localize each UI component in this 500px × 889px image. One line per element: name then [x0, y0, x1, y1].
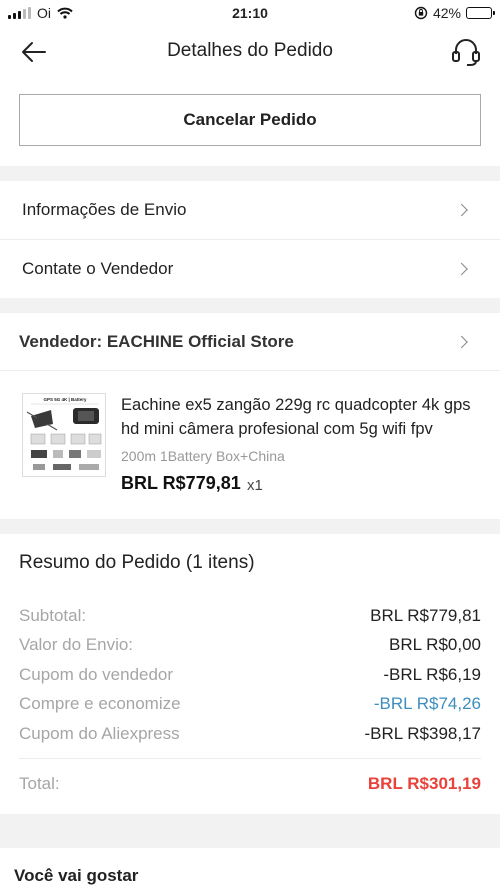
summary-value: -BRL R$74,26	[373, 694, 481, 713]
product-price: BRL R$779,81	[121, 473, 241, 493]
summary-label: Valor do Envio:	[19, 635, 134, 654]
product-title[interactable]: Eachine ex5 zangão 229g rc quadcopter 4k…	[121, 393, 481, 441]
wifi-icon	[57, 7, 73, 19]
summary-label: Compre e economize	[19, 694, 181, 713]
seller-card: Vendedor: EACHINE Official Store GPS 5G …	[0, 313, 500, 519]
shipping-info-label: Informações de Envio	[22, 200, 187, 219]
battery-icon	[466, 7, 495, 19]
back-button[interactable]	[20, 38, 48, 66]
summary-row-subtotal: Subtotal: BRL R$779,81	[19, 604, 481, 628]
total-value: BRL R$301,19	[367, 774, 481, 793]
summary-label: Subtotal:	[19, 606, 87, 625]
signal-icon	[8, 7, 31, 19]
chevron-right-icon	[455, 262, 468, 275]
summary-label: Cupom do vendedor	[19, 665, 174, 684]
battery-percent: 42%	[432, 5, 461, 21]
shipping-info-link[interactable]: Informações de Envio	[0, 181, 500, 239]
product-variant: 200m 1Battery Box+China	[121, 448, 285, 464]
total-label: Total:	[19, 774, 60, 793]
contact-seller-link[interactable]: Contate o Vendedor	[0, 239, 500, 297]
cancel-section: Cancelar Pedido	[0, 78, 500, 166]
summary-row-aliexpress-coupon: Cupom do Aliexpress -BRL R$398,17	[19, 722, 481, 746]
summary-value: BRL R$0,00	[389, 635, 481, 654]
order-summary: Resumo do Pedido (1 itens) Subtotal: BRL…	[0, 534, 500, 814]
page-title: Detalhes do Pedido	[167, 40, 333, 61]
summary-divider	[19, 758, 481, 759]
product-thumbnail[interactable]: GPS 5G 4K | Battery	[22, 393, 106, 477]
summary-value: BRL R$779,81	[370, 606, 481, 625]
cancel-order-button[interactable]: Cancelar Pedido	[19, 94, 481, 146]
product-item: GPS 5G 4K | Battery Eachine ex5 zangão 2…	[0, 371, 500, 519]
summary-row-seller-coupon: Cupom do vendedor -BRL R$6,19	[19, 663, 481, 687]
status-right: 42%	[414, 5, 495, 21]
summary-row-buy-and-save: Compre e economize -BRL R$74,26	[19, 692, 481, 716]
summary-value: -BRL R$398,17	[364, 724, 481, 743]
product-quantity: x1	[247, 477, 263, 494]
summary-row-total: Total: BRL R$301,19	[19, 772, 481, 796]
recommendations-title: Você vai gostar	[0, 848, 500, 889]
seller-name: Vendedor: EACHINE Official Store	[19, 331, 294, 351]
status-bar: Oi 21:10 42%	[0, 0, 500, 26]
orientation-lock-icon	[414, 6, 428, 20]
summary-label: Cupom do Aliexpress	[19, 724, 180, 743]
contact-seller-label: Contate o Vendedor	[22, 258, 174, 278]
support-button[interactable]	[450, 37, 482, 67]
seller-store-link[interactable]: Vendedor: EACHINE Official Store	[0, 313, 500, 371]
product-image: GPS 5G 4K | Battery	[23, 394, 105, 476]
summary-value: -BRL R$6,19	[383, 665, 481, 684]
status-left: Oi	[8, 5, 73, 21]
nav-bar: Detalhes do Pedido	[0, 26, 500, 78]
headset-support-icon	[452, 39, 480, 66]
back-arrow-icon	[22, 42, 46, 62]
summary-row-shipping: Valor do Envio: BRL R$0,00	[19, 633, 481, 657]
summary-title: Resumo do Pedido (1 itens)	[19, 552, 255, 573]
carrier-name: Oi	[37, 5, 51, 21]
thumbnail-caption: GPS 5G 4K | Battery	[43, 397, 87, 402]
chevron-right-icon	[455, 203, 468, 217]
links-card: Informações de Envio Contate o Vendedor	[0, 181, 500, 298]
chevron-right-icon	[455, 335, 468, 348]
